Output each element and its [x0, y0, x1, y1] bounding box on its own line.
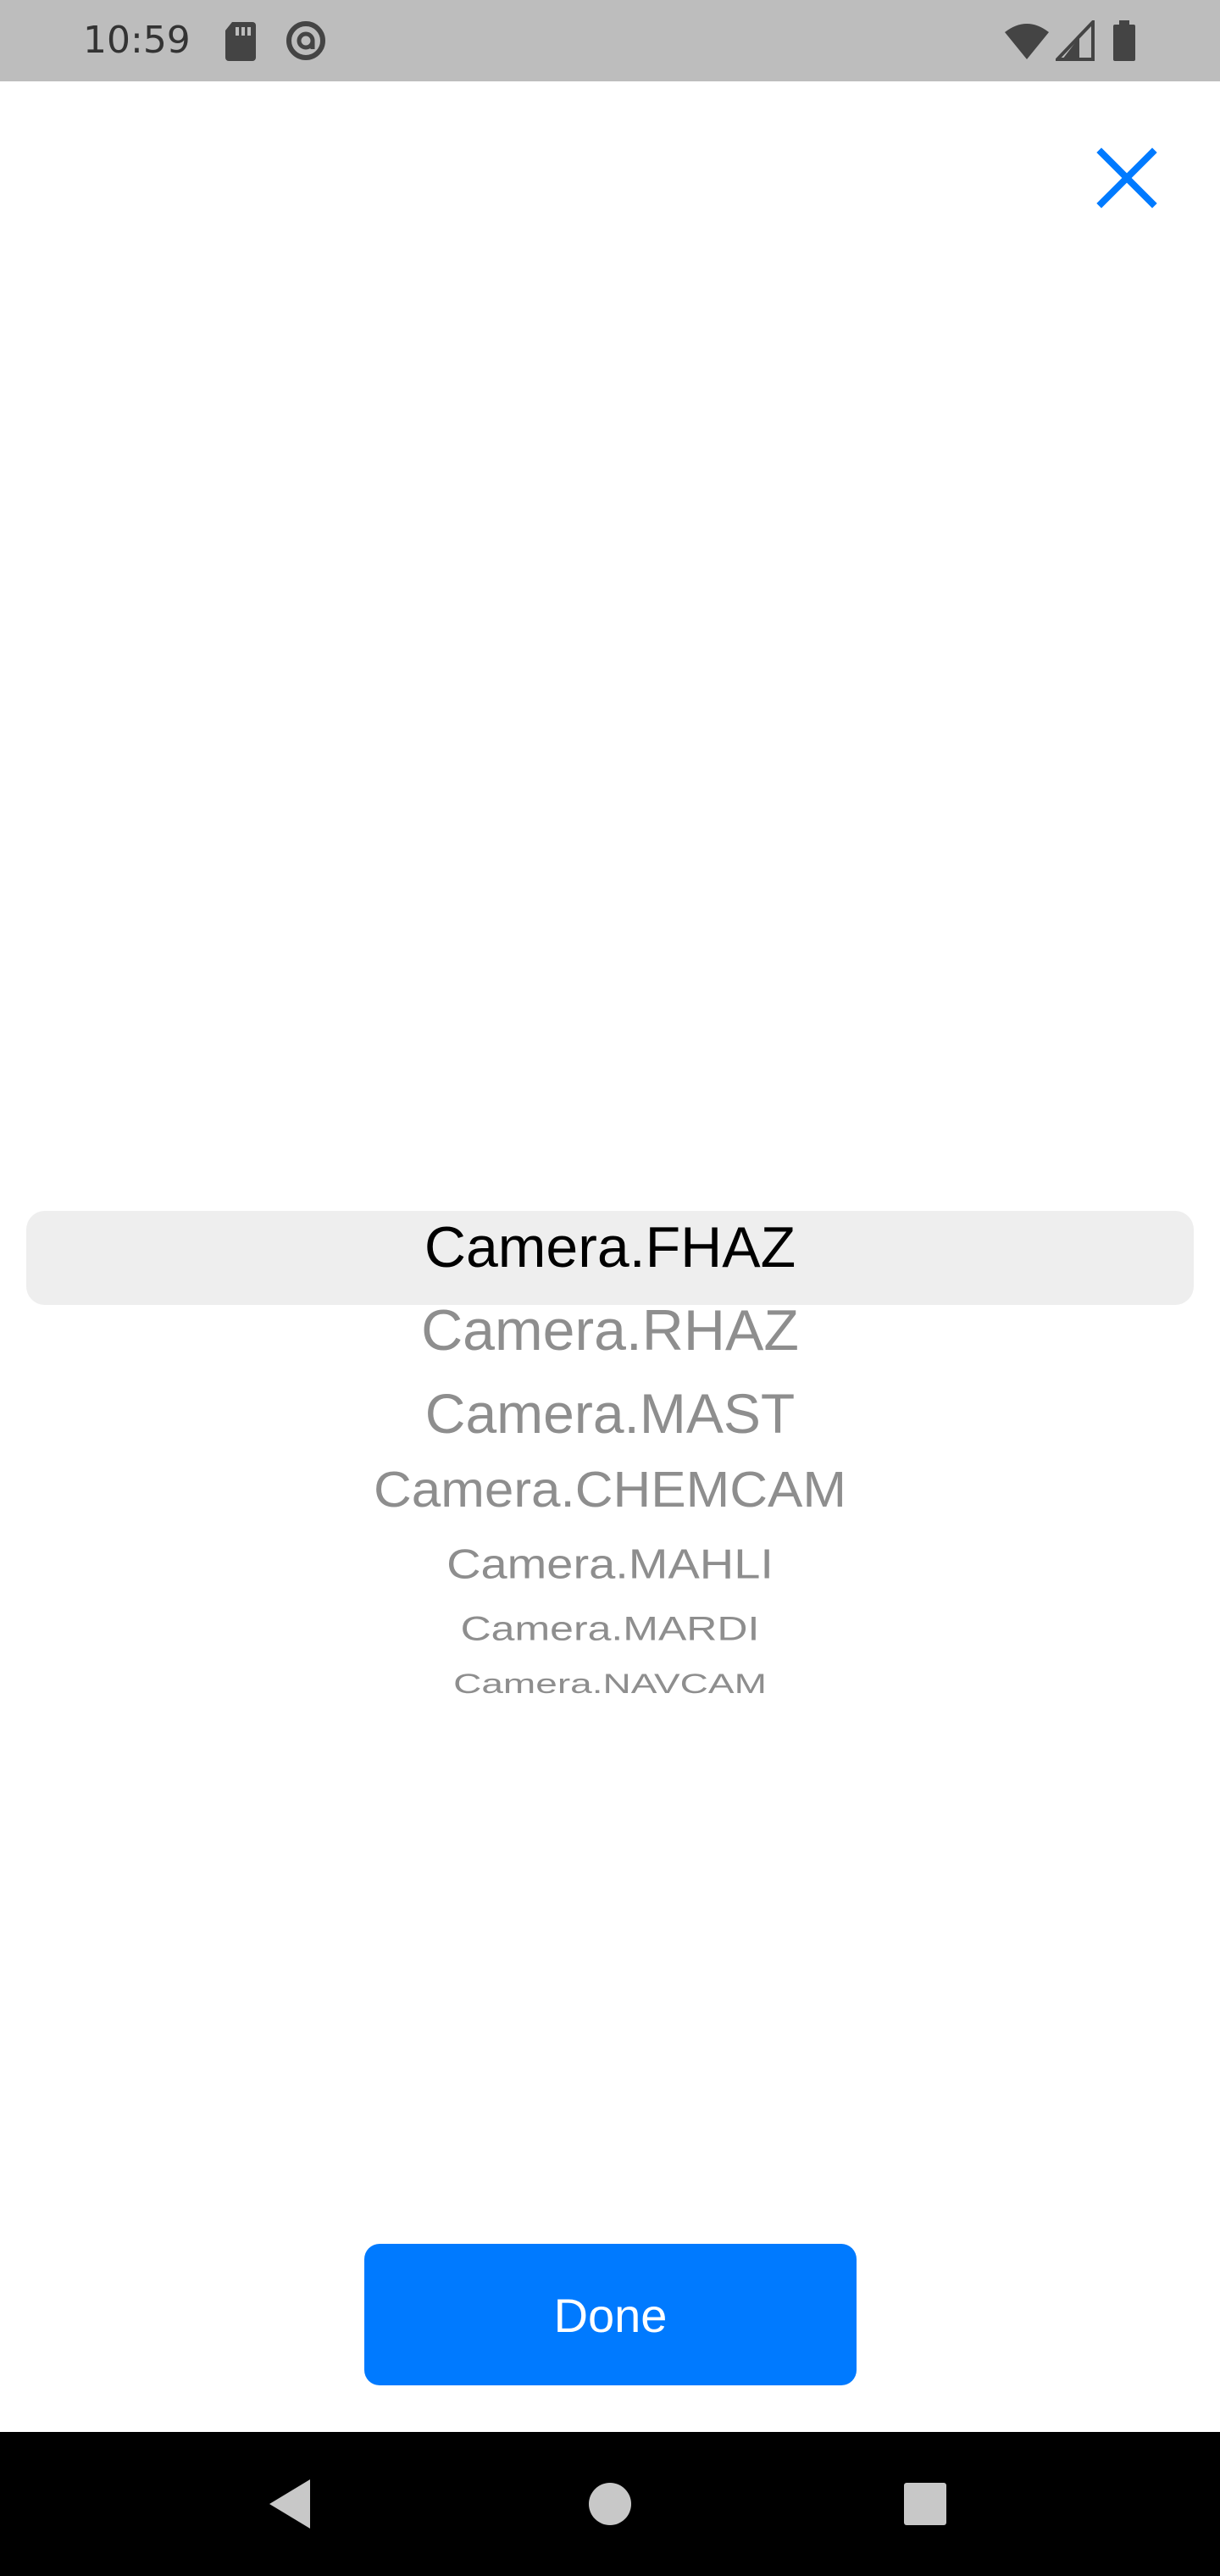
navigation-bar: [0, 2432, 1220, 2576]
picker-option[interactable]: Camera.CHEMCAM: [0, 1463, 1220, 1519]
picker-option[interactable]: Camera.MARDI: [0, 1610, 1220, 1648]
picker-option[interactable]: Camera.NAVCAM: [0, 1669, 1220, 1699]
close-button[interactable]: [1093, 144, 1161, 212]
picker-option[interactable]: Camera.MAHLI: [0, 1541, 1220, 1588]
back-icon: [269, 2479, 310, 2529]
home-icon: [589, 2483, 631, 2525]
sd-card-icon: [224, 20, 258, 61]
cellular-signal-icon: [1053, 18, 1095, 61]
camera-picker[interactable]: Camera.FHAZ Camera.RHAZ Camera.MAST Came…: [0, 1169, 1220, 1712]
close-icon: [1096, 147, 1157, 208]
home-button[interactable]: [542, 2432, 678, 2576]
done-button[interactable]: Done: [364, 2244, 857, 2385]
back-button[interactable]: [222, 2432, 358, 2576]
recents-icon: [904, 2483, 946, 2525]
status-time: 10:59: [83, 19, 191, 62]
battery-icon: [1112, 20, 1137, 61]
picker-option-selected[interactable]: Camera.FHAZ: [0, 1213, 1220, 1281]
recents-button[interactable]: [857, 2432, 993, 2576]
picker-option[interactable]: Camera.MAST: [0, 1380, 1220, 1447]
wifi-icon: [1003, 20, 1051, 61]
status-bar: 10:59: [0, 0, 1220, 81]
picker-option[interactable]: Camera.RHAZ: [0, 1296, 1220, 1364]
vpn-icon: [285, 20, 327, 61]
